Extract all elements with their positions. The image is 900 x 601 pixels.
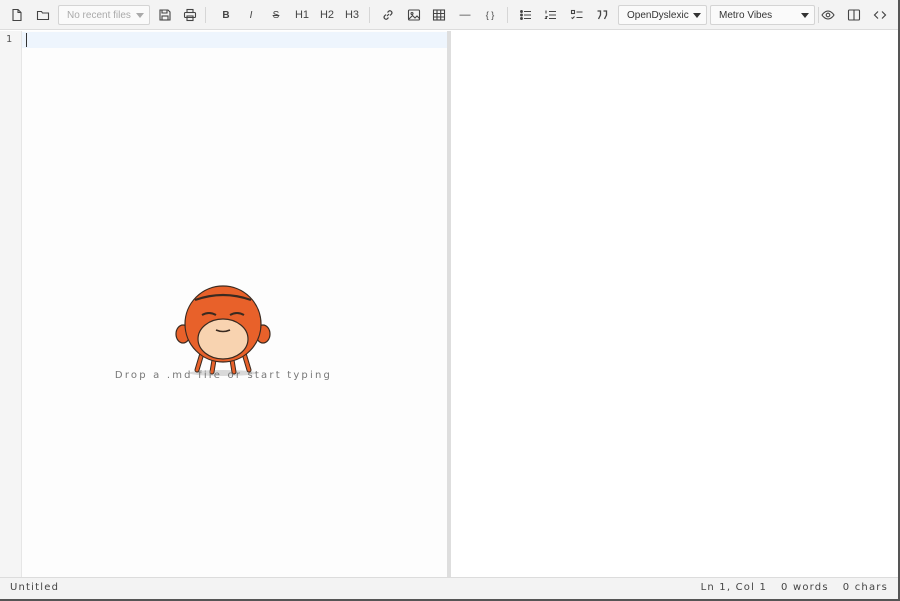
bold-label: B [222,9,230,21]
status-right-group: Ln 1, Col 1 0 words 0 chars [701,582,888,593]
save-icon[interactable] [154,4,176,26]
heading2-button[interactable]: H2 [316,4,338,26]
status-bar: Untitled Ln 1, Col 1 0 words 0 chars [0,577,898,599]
heading3-label: H3 [344,9,360,21]
horizontal-rule-button[interactable]: — [454,4,476,26]
recent-files-label: No recent files [67,9,131,21]
recent-files-select[interactable]: No recent files [58,5,150,25]
status-filename: Untitled [10,582,60,593]
heading1-label: H1 [294,9,310,21]
status-char-count: 0 chars [842,582,888,593]
toolbar-separator [507,7,508,23]
image-icon[interactable] [403,4,425,26]
strikethrough-button[interactable]: S [265,4,287,26]
quote-icon[interactable] [591,4,613,26]
strike-label: S [272,9,280,21]
heading1-button[interactable]: H1 [291,4,313,26]
preview-eye-icon[interactable] [817,4,839,26]
new-file-icon[interactable] [6,4,28,26]
table-icon[interactable] [428,4,450,26]
theme-select-value: Metro Vibes [719,9,773,21]
chevron-down-icon [801,13,809,18]
code-block-button[interactable]: { } [479,4,501,26]
line-gutter: 1 [0,31,22,577]
split-view-icon[interactable] [843,4,865,26]
status-word-count: 0 words [781,582,829,593]
link-icon[interactable] [377,4,399,26]
italic-label: I [249,9,253,21]
text-cursor [26,33,27,47]
toolbar: No recent files B I S H1 H2 H3 — {} Ope… [0,0,898,30]
empty-state-hint: Drop a .md file or start typing [114,370,333,381]
source-code-icon[interactable] [869,4,891,26]
heading3-button[interactable]: H3 [341,4,363,26]
font-select-value: OpenDyslexic [627,9,689,21]
status-cursor-position: Ln 1, Col 1 [700,582,768,593]
numbered-list-icon[interactable] [540,4,562,26]
editor-pane[interactable]: 1 Drop a .md file or start typing [0,31,447,577]
code-label: { } [485,10,495,20]
chevron-down-icon [693,13,701,18]
italic-button[interactable]: I [240,4,262,26]
toolbar-separator [369,7,370,23]
bold-button[interactable]: B [215,4,237,26]
horizontal-rule-label: — [459,9,471,21]
active-line-highlight [22,32,447,48]
preview-pane [451,31,898,577]
chevron-down-icon [136,13,144,18]
open-folder-icon[interactable] [32,4,54,26]
heading2-label: H2 [319,9,335,21]
toolbar-separator [205,7,206,23]
theme-select[interactable]: Metro Vibes [710,5,815,25]
task-list-icon[interactable] [566,4,588,26]
mascot-illustration [175,285,271,376]
font-select[interactable]: OpenDyslexic [618,5,707,25]
line-number: 1 [6,34,13,45]
bullet-list-icon[interactable] [515,4,537,26]
print-icon[interactable] [179,4,201,26]
markdown-editor-app: No recent files B I S H1 H2 H3 — {} Ope… [0,0,900,601]
